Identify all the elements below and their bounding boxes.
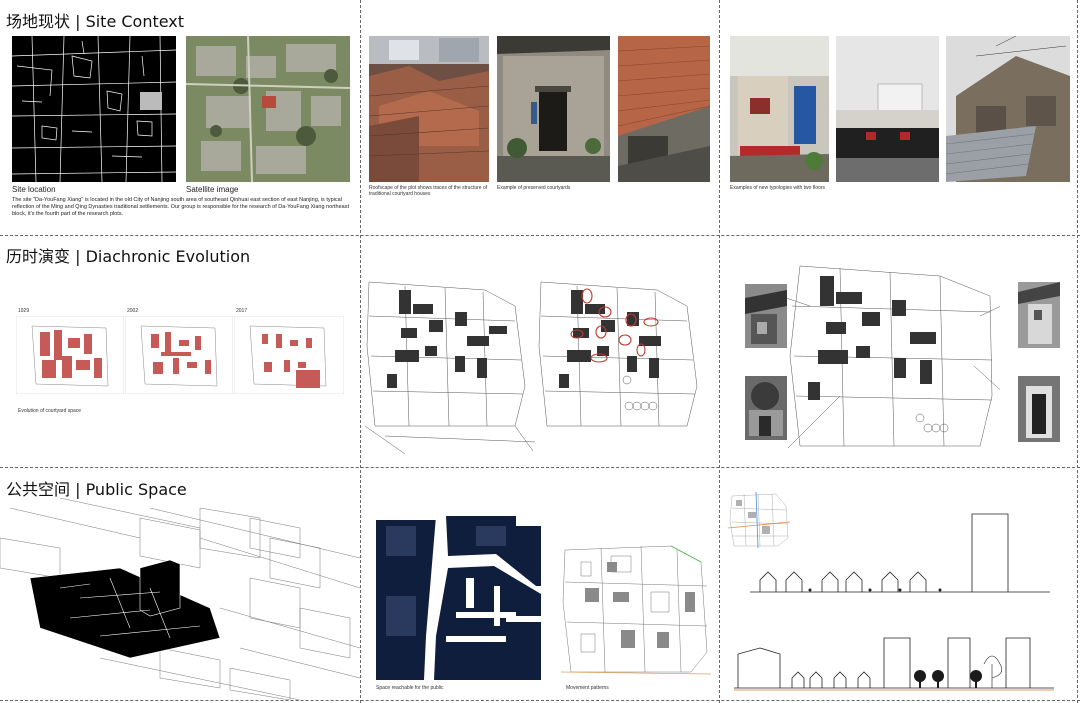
street-section-upper (750, 513, 1050, 593)
movement-caption: Movement patterns (566, 685, 609, 691)
site-location-caption: Site location (12, 185, 56, 194)
evolution-plan-2017 (234, 316, 344, 394)
new-typologies-panel: Examples of new typologies with two floo… (720, 0, 1077, 235)
satellite-image-caption: Satellite image (186, 185, 239, 194)
figure-ground-panel (361, 236, 719, 467)
movement-patterns-map (561, 545, 711, 675)
courtyard-photo (497, 36, 610, 182)
figure-ground-plan (365, 281, 535, 455)
section-title-site-context: 场地现状 | Site Context (6, 12, 185, 31)
roofscape-panel: Roofscape of the plot shows traces of th… (361, 0, 719, 235)
detail-photo-top-right (1018, 282, 1060, 348)
typology-photo-1 (730, 36, 829, 182)
site-location-map (12, 36, 176, 182)
evolution-caption: Evolution of courtyard space (18, 408, 82, 414)
year-label-2002: 2002 (127, 308, 139, 314)
section-title-public-space: 公共空间 | Public Space (6, 480, 187, 499)
bottom-divider (0, 700, 1080, 701)
public-access-panel: Space reachable for the public Movement … (361, 468, 719, 700)
typology-photo-2 (836, 36, 939, 182)
roofscape-caption: Roofscape of the plot shows traces of th… (369, 185, 488, 197)
axonometric-public-space (0, 498, 360, 700)
site-description: The site "Da-YouFang Xiang" is located i… (12, 197, 350, 217)
evolution-plan-1929 (16, 316, 124, 394)
detail-photo-top-left (745, 284, 787, 348)
public-space-panel: 公共空间 | Public Space (0, 468, 360, 700)
evolution-plan-2002 (125, 316, 233, 394)
right-edge-divider (1077, 0, 1078, 703)
section-title-diachronic: 历时演变 | Diachronic Evolution (6, 247, 251, 266)
satellite-image (186, 36, 350, 182)
site-context-panel: 场地现状 | Site Context Site location Satell… (0, 0, 360, 235)
figure-ground-plan-marked (538, 281, 698, 427)
annotated-plan (780, 265, 1000, 449)
reachable-caption: Space reachable for the public (376, 685, 444, 691)
courtyard-photos-panel (720, 236, 1077, 467)
typology-photo-3 (946, 36, 1070, 182)
roofscape-photo (369, 36, 489, 182)
reachable-space-map (376, 516, 541, 680)
section-drawings-panel (720, 468, 1077, 700)
detail-photo-bottom-left (745, 376, 787, 440)
typologies-caption: Examples of new typologies with two floo… (730, 185, 826, 191)
street-section-lower (734, 637, 1054, 691)
courtyards-caption: Example of preserved courtyards (497, 185, 571, 191)
diachronic-evolution-panel: 历时演变 | Diachronic Evolution 1929 2002 20… (0, 236, 360, 467)
old-house-roof-photo (618, 36, 710, 182)
detail-photo-bottom-right (1018, 376, 1060, 442)
year-label-1929: 1929 (18, 308, 30, 314)
year-label-2017: 2017 (236, 308, 248, 314)
